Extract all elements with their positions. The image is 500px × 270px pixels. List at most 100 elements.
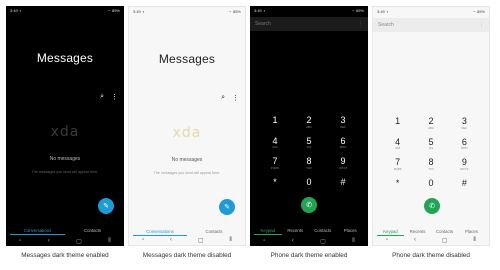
navigation-bar: ▫ ‹ ▢ ⦀ bbox=[6, 236, 124, 246]
menu-icon[interactable]: ▫ bbox=[386, 237, 388, 243]
menu-icon[interactable]: ▫ bbox=[19, 238, 21, 244]
search-bar[interactable]: Search ⋮ bbox=[250, 17, 368, 31]
phone-dark-screen: 3:49 ▪ ◔ 85% Search ⋮ 1 2 ABC 3 DEF 4 GHI 5 JK… bbox=[250, 6, 368, 246]
key-1[interactable]: 1 bbox=[381, 117, 414, 130]
caption-phone-dark: Phone dark theme enabled bbox=[270, 252, 348, 259]
tab-conversations[interactable]: Conversations bbox=[10, 228, 65, 235]
key-5[interactable]: 5 JKL bbox=[292, 136, 326, 150]
key-star[interactable]: * bbox=[258, 177, 292, 191]
back-icon[interactable]: ‹ bbox=[414, 237, 416, 243]
watermark-logo: xda bbox=[50, 124, 80, 140]
more-icon[interactable]: ⋮ bbox=[358, 21, 363, 27]
key-letters: WXYZ bbox=[338, 165, 348, 170]
back-icon[interactable]: ‹ bbox=[170, 237, 172, 243]
key-8[interactable]: 8 TUV bbox=[292, 157, 326, 170]
home-icon[interactable]: ▢ bbox=[442, 237, 448, 244]
status-bar: 3:49 ▪ ◔ 85% bbox=[250, 6, 368, 16]
key-letters bbox=[448, 188, 481, 191]
key-letters bbox=[381, 188, 414, 191]
tab-keypad[interactable]: Keypad bbox=[254, 228, 282, 235]
notification-icon: ▪ bbox=[263, 8, 266, 13]
key-2[interactable]: 2 ABC bbox=[292, 116, 326, 129]
back-icon[interactable]: ‹ bbox=[292, 238, 294, 244]
tab-contacts[interactable]: Contacts bbox=[65, 228, 120, 235]
key-4[interactable]: 4 GHI bbox=[381, 137, 414, 151]
toolbar: ⌕ ⋮ bbox=[100, 93, 118, 101]
more-icon[interactable]: ⋮ bbox=[479, 22, 484, 28]
key-digit: 9 bbox=[461, 157, 467, 167]
key-star[interactable]: * bbox=[381, 178, 414, 192]
caption-phone-light: Phone dark theme disabled bbox=[392, 252, 470, 259]
key-0[interactable]: 0 + bbox=[414, 178, 447, 192]
wifi-icon: ◔ bbox=[472, 9, 475, 14]
menu-icon[interactable]: ▫ bbox=[142, 237, 144, 243]
key-7[interactable]: 7 PQRS bbox=[258, 157, 292, 170]
phone-icon: ✆ bbox=[306, 202, 312, 209]
key-digit: # bbox=[340, 176, 346, 187]
key-9[interactable]: 9 WXYZ bbox=[326, 157, 360, 170]
key-letters bbox=[326, 187, 360, 190]
compose-button[interactable]: ✎ bbox=[219, 199, 235, 215]
recents-icon[interactable]: ⦀ bbox=[108, 238, 111, 245]
dial-keypad: 1 2 ABC 3 DEF 4 GHI 5 JKL 6 MNO 7 PQRS 8 TUV 9W… bbox=[381, 117, 481, 191]
search-bar[interactable]: Search ⋮ bbox=[373, 18, 489, 32]
empty-state-title: No messages bbox=[171, 157, 203, 163]
home-icon[interactable]: ▢ bbox=[320, 238, 326, 245]
recents-icon[interactable]: ⦀ bbox=[473, 237, 476, 244]
more-icon[interactable]: ⋮ bbox=[232, 94, 239, 102]
key-9[interactable]: 9 WXYZ bbox=[448, 158, 481, 171]
search-icon[interactable]: ⌕ bbox=[221, 94, 225, 102]
key-digit: # bbox=[461, 177, 467, 188]
status-time: 3:49 bbox=[133, 9, 141, 14]
empty-state-subtitle: The messages you send will appear here. bbox=[31, 170, 99, 174]
recents-icon[interactable]: ⦀ bbox=[229, 237, 232, 244]
recents-icon[interactable]: ⦀ bbox=[352, 238, 355, 245]
key-0[interactable]: 0 + bbox=[292, 177, 326, 191]
search-input[interactable]: Search bbox=[255, 21, 271, 27]
status-time: 3:49 bbox=[10, 8, 18, 13]
key-1[interactable]: 1 bbox=[258, 116, 292, 129]
key-2[interactable]: 2 ABC bbox=[414, 117, 447, 130]
search-icon[interactable]: ⌕ bbox=[100, 93, 104, 101]
key-hash[interactable]: # bbox=[448, 177, 481, 192]
notification-icon: ▪ bbox=[142, 9, 145, 14]
wifi-icon: ◔ bbox=[351, 8, 354, 13]
phone-icon: ✆ bbox=[429, 203, 435, 210]
compose-button[interactable]: ✎ bbox=[98, 198, 114, 214]
tab-contacts[interactable]: Contacts bbox=[309, 228, 337, 235]
wifi-icon: ◔ bbox=[228, 9, 231, 14]
key-6[interactable]: 6 MNO bbox=[326, 136, 360, 150]
key-letters: MNO bbox=[339, 145, 347, 149]
key-hash[interactable]: # bbox=[326, 176, 360, 191]
status-bar: 3:49 ▪ ◔ 85% bbox=[129, 7, 245, 17]
key-4[interactable]: 4 GHI bbox=[258, 136, 292, 150]
key-5[interactable]: 5 JKL bbox=[414, 137, 447, 151]
key-digit: 7 bbox=[395, 157, 401, 167]
caption-messages-light: Messages dark theme disabled bbox=[142, 252, 232, 259]
home-icon[interactable]: ▢ bbox=[76, 238, 82, 245]
back-icon[interactable]: ‹ bbox=[48, 238, 50, 244]
call-button[interactable]: ✆ bbox=[301, 197, 317, 213]
call-button[interactable]: ✆ bbox=[424, 198, 440, 214]
key-6[interactable]: 6 MNO bbox=[448, 137, 481, 151]
key-7[interactable]: 7 PQRS bbox=[381, 158, 414, 171]
tab-places[interactable]: Places bbox=[337, 228, 365, 235]
search-input[interactable]: Search bbox=[378, 22, 394, 28]
key-letters: JKL bbox=[306, 145, 312, 149]
key-3[interactable]: 3 DEF bbox=[326, 116, 360, 129]
page-title: Messages bbox=[36, 51, 94, 65]
key-8[interactable]: 8 TUV bbox=[414, 158, 447, 171]
tab-recents[interactable]: Recents bbox=[282, 228, 310, 235]
key-letters bbox=[258, 126, 292, 129]
bottom-tabs: Conversations Contacts bbox=[6, 228, 124, 235]
toolbar: ⌕ ⋮ bbox=[221, 94, 239, 102]
key-letters: GHI bbox=[395, 146, 401, 150]
home-icon[interactable]: ▢ bbox=[198, 237, 204, 244]
dial-keypad: 1 2 ABC 3 DEF 4 GHI 5 JKL 6 MNO 7 PQRS 8 TUV 9W… bbox=[258, 116, 360, 190]
notification-icon: ▪ bbox=[19, 8, 22, 13]
more-icon[interactable]: ⋮ bbox=[111, 93, 118, 101]
key-3[interactable]: 3 DEF bbox=[448, 117, 481, 130]
menu-icon[interactable]: ▫ bbox=[263, 238, 265, 244]
status-bar: 3:49 ▪ ◔ 85% bbox=[373, 7, 489, 17]
key-digit: 8 bbox=[428, 157, 434, 167]
